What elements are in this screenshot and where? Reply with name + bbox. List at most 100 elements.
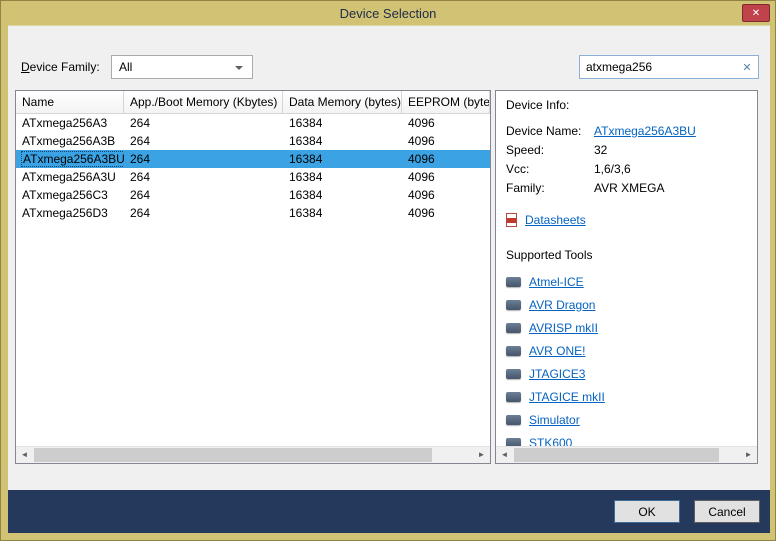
table-row[interactable]: ATxmega256A3U264163844096: [16, 168, 490, 186]
tool-item: JTAGICE3: [506, 362, 747, 385]
tool-link[interactable]: JTAGICE mkII: [529, 390, 605, 404]
table-cell: 4096: [402, 114, 490, 132]
speed-label: Speed:: [506, 141, 594, 160]
vcc-value: 1,6/3,6: [594, 160, 631, 179]
table-row[interactable]: ATxmega256A3BU264163844096: [16, 150, 490, 168]
device-name-label: Device Name:: [506, 122, 594, 141]
avrisp-mkii-icon: [506, 323, 521, 333]
family-field: Family: AVR XMEGA: [506, 179, 747, 198]
table-cell: ATxmega256A3BU: [16, 150, 124, 168]
tool-link[interactable]: Atmel-ICE: [529, 275, 584, 289]
cancel-button[interactable]: Cancel: [694, 500, 760, 523]
ok-button[interactable]: OK: [614, 500, 680, 523]
datasheets-link[interactable]: Datasheets: [525, 213, 586, 227]
close-button[interactable]: ✕: [742, 4, 770, 22]
datasheets-row: Datasheets: [506, 210, 747, 230]
device-table: Name App./Boot Memory (Kbytes) Data Memo…: [15, 90, 491, 464]
table-cell: ATxmega256A3B: [16, 132, 124, 150]
table-cell: 16384: [283, 204, 402, 222]
tool-item: Simulator: [506, 408, 747, 431]
table-row[interactable]: ATxmega256C3264163844096: [16, 186, 490, 204]
scroll-right-icon[interactable]: ►: [473, 447, 490, 463]
stk600-icon: [506, 438, 521, 447]
scroll-left-icon[interactable]: ◄: [16, 447, 33, 463]
device-table-body: ATxmega256A3264163844096ATxmega256A3B264…: [16, 114, 490, 446]
scroll-left-icon[interactable]: ◄: [496, 447, 513, 463]
avr-dragon-icon: [506, 300, 521, 310]
chevron-down-icon: [235, 66, 243, 70]
tool-link[interactable]: JTAGICE3: [529, 367, 585, 381]
scrollbar-thumb[interactable]: [514, 448, 719, 462]
clear-search-icon[interactable]: ✕: [736, 61, 758, 74]
device-name-link[interactable]: ATxmega256A3BU: [594, 122, 696, 141]
table-cell: ATxmega256A3: [16, 114, 124, 132]
tool-item: STK600: [506, 431, 747, 446]
simulator-icon: [506, 415, 521, 425]
vcc-field: Vcc: 1,6/3,6: [506, 160, 747, 179]
window-title: Device Selection: [340, 6, 437, 21]
table-cell: 16384: [283, 114, 402, 132]
scroll-right-icon[interactable]: ►: [740, 447, 757, 463]
table-cell: ATxmega256D3: [16, 204, 124, 222]
device-info-title: Device Info:: [506, 98, 747, 112]
titlebar[interactable]: Device Selection: [1, 1, 775, 25]
search-input[interactable]: [580, 56, 736, 78]
table-row[interactable]: ATxmega256D3264163844096: [16, 204, 490, 222]
jtagice-mkii-icon: [506, 392, 521, 402]
column-header-app-boot-memory[interactable]: App./Boot Memory (Kbytes): [124, 91, 283, 113]
table-cell: 4096: [402, 132, 490, 150]
table-cell: 264: [124, 114, 283, 132]
tool-item: AVRISP mkII: [506, 316, 747, 339]
close-icon: ✕: [752, 8, 760, 19]
column-header-name[interactable]: Name: [16, 91, 124, 113]
dialog-content: Device Family: All ✕ Name App./Boot Memo…: [8, 25, 770, 492]
device-info-content: Device Info: Device Name: ATxmega256A3BU…: [496, 91, 757, 446]
tool-item: Atmel-ICE: [506, 270, 747, 293]
table-cell: 264: [124, 150, 283, 168]
device-selection-dialog: Device Selection ✕ Device Family: All ✕ …: [0, 0, 776, 541]
family-value: AVR XMEGA: [594, 179, 664, 198]
device-name-field: Device Name: ATxmega256A3BU: [506, 122, 747, 141]
table-cell: 264: [124, 204, 283, 222]
device-info-panel: Device Info: Device Name: ATxmega256A3BU…: [495, 90, 758, 464]
table-row[interactable]: ATxmega256A3264163844096: [16, 114, 490, 132]
table-horizontal-scrollbar[interactable]: ◄ ►: [16, 446, 490, 463]
table-cell: 16384: [283, 168, 402, 186]
tool-item: AVR ONE!: [506, 339, 747, 362]
table-cell: ATxmega256A3U: [16, 168, 124, 186]
table-cell: 264: [124, 168, 283, 186]
scrollbar-thumb[interactable]: [34, 448, 432, 462]
tool-link[interactable]: STK600: [529, 436, 572, 447]
speed-field: Speed: 32: [506, 141, 747, 160]
avr-one-icon: [506, 346, 521, 356]
info-horizontal-scrollbar[interactable]: ◄ ►: [496, 446, 757, 463]
tool-item: AVR Dragon: [506, 293, 747, 316]
atmel-ice-icon: [506, 277, 521, 287]
family-label: Family:: [506, 179, 594, 198]
selected-cell-focus: ATxmega256A3BU: [22, 152, 124, 166]
table-cell: 16384: [283, 132, 402, 150]
search-box: ✕: [579, 55, 759, 79]
tool-link[interactable]: AVRISP mkII: [529, 321, 598, 335]
table-row[interactable]: ATxmega256A3B264163844096: [16, 132, 490, 150]
tool-item: JTAGICE mkII: [506, 385, 747, 408]
vcc-label: Vcc:: [506, 160, 594, 179]
tool-link[interactable]: AVR Dragon: [529, 298, 595, 312]
pdf-icon: [506, 213, 517, 227]
device-family-label: Device Family:: [21, 60, 100, 74]
device-family-dropdown[interactable]: All: [111, 55, 253, 79]
dialog-footer: OK Cancel: [8, 490, 770, 533]
tool-link[interactable]: AVR ONE!: [529, 344, 585, 358]
table-cell: 4096: [402, 186, 490, 204]
column-header-data-memory[interactable]: Data Memory (bytes): [283, 91, 402, 113]
device-family-value: All: [119, 60, 132, 74]
tool-link[interactable]: Simulator: [529, 413, 580, 427]
table-cell: 264: [124, 132, 283, 150]
speed-value: 32: [594, 141, 607, 160]
table-cell: 4096: [402, 168, 490, 186]
jtagice3-icon: [506, 369, 521, 379]
supported-tools-title: Supported Tools: [506, 248, 747, 262]
table-cell: 16384: [283, 186, 402, 204]
column-header-eeprom[interactable]: EEPROM (bytes): [402, 91, 490, 113]
table-cell: 4096: [402, 150, 490, 168]
